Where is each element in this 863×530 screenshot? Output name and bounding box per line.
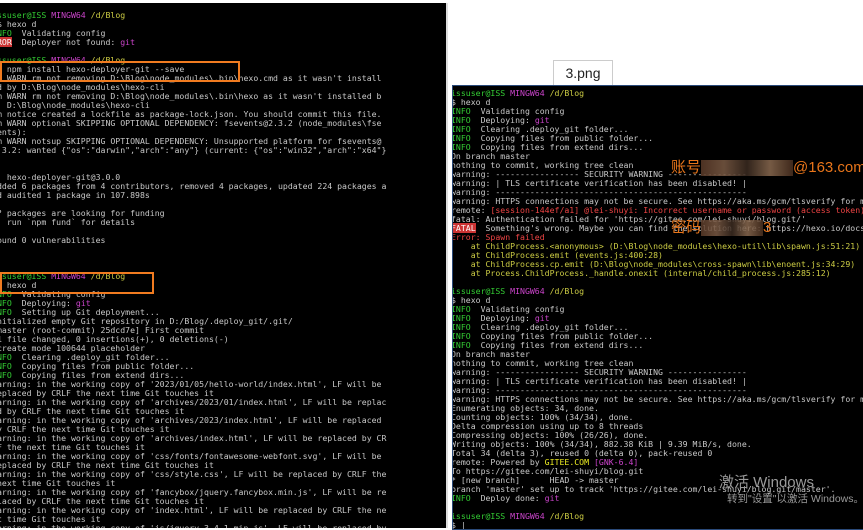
terminal-text-segment: INFO [452,493,471,503]
terminal-text-segment: /d/Blog [90,10,126,20]
terminal-line: issuser@ISS MINGW64 /d/Blog [453,88,863,98]
redacted-password [701,220,764,237]
terminal-text-segment: .3.2: wanted {"os":"darwin","arch":"any"… [0,145,387,155]
credentials-annotation: 账号 @163.com 密码 3 [671,118,863,278]
terminal-line: ssuser@ISS MINGW64 /d/Blog [0,11,386,20]
terminal-text-segment: $ | [452,520,466,530]
terminal-text-segment: /d/Blog [549,88,585,98]
terminal-text-segment: ROR [0,37,12,47]
terminal-text-segment: /d/Blog [549,286,585,296]
terminal-text-segment: /d/Blog [549,511,585,521]
left-terminal-output: ssuser@ISS MINGW64 /d/Blog$ hexo dNFO Va… [0,11,386,528]
terminal-line: ssuser@ISS MINGW64 /d/Blog [0,272,386,281]
redacted-account [701,160,794,177]
terminal-line: issuser@ISS MINGW64 /d/Blog [453,286,863,296]
terminal-line: $ | [452,520,863,530]
terminal-line: arning: in the working copy of 'js/jquer… [0,523,387,529]
image-label: 3.png [553,60,613,87]
terminal-line: issuser@ISS MINGW64 /d/Blog [453,511,863,521]
terminal-line: d audited 1 package in 107.898s [0,191,386,200]
terminal-text-segment: /d/Blog [90,271,126,281]
terminal-text-segment: MINGW64 [510,511,550,521]
account-label: 账号 [671,159,702,176]
terminal-text-segment: MINGW64 [51,271,91,281]
terminal-text-segment: MINGW64 [51,10,91,20]
password-label: 密码 [671,219,702,236]
terminal-line: ound 0 vulnerabilities [0,236,386,245]
right-terminal-window[interactable]: issuser@ISS MINGW64 /d/Blog $ hexo d INFO … [452,85,863,530]
terminal-text-segment: MINGW64 [510,286,550,296]
terminal-text-segment: run `npm fund` for details [0,217,136,227]
terminal-line: run `npm fund` for details [0,218,386,227]
terminal-text-segment: m WARN optional SKIPPING OPTIONAL DEPEND… [0,118,382,128]
account-suffix: @163.com [793,159,863,176]
activation-watermark-subtitle: 转到"设置"以激活 Windows。 [727,493,863,505]
terminal-text-segment: arning: in the working copy of 'js/jquer… [0,523,387,529]
terminal-line: ROR Deployer not found: git [0,37,386,47]
activation-watermark-title: 激活 Windows [718,474,814,491]
terminal-text-segment: Deploy done: [470,493,545,503]
password-suffix: 3 [763,219,772,236]
terminal-line: m WARN optional SKIPPING OPTIONAL DEPEND… [0,119,386,128]
terminal-text-segment: MINGW64 [510,88,550,98]
terminal-text-segment: ound 0 vulnerabilities [0,235,106,245]
terminal-text-segment: git [544,493,560,503]
left-terminal-window[interactable]: ssuser@ISS MINGW64 /d/Blog$ hexo dNFO Va… [0,3,448,528]
terminal-text-segment: Deployer not found: [11,37,121,47]
terminal-text-segment: git [120,37,136,47]
terminal-text-segment: d audited 1 package in 107.898s [0,190,150,200]
terminal-line: .3.2: wanted {"os":"darwin","arch":"any"… [0,146,386,155]
